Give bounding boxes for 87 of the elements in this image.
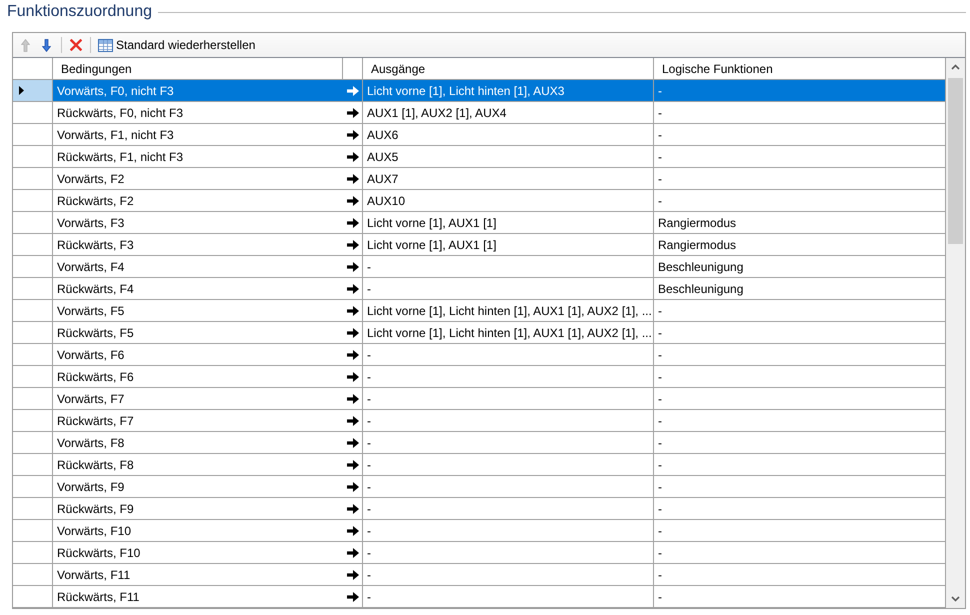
table-cell: - [654,190,946,212]
arrow-right-icon [346,284,358,294]
arrow-right-icon [346,86,358,96]
arrow-right-icon [346,262,358,272]
arrow-right-icon [346,174,358,184]
table-cell: Licht vorne [1], Licht hinten [1], AUX3 [363,80,654,102]
arrow-right-icon [346,152,358,162]
table-cell: Licht vorne [1], Licht hinten [1], AUX1 [1], AUX2 [1], ... [363,300,654,322]
table-cell: - [654,520,946,542]
arrow-right-icon [346,394,358,404]
table-cell: AUX10 [363,190,654,212]
table-cell: - [363,432,654,454]
table-cell: AUX7 [363,168,654,190]
delete-x-icon [70,39,82,51]
table-cell: - [654,432,946,454]
arrow-right-icon [346,328,358,338]
table-cell: - [363,410,654,432]
table-cell: Beschleunigung [654,278,946,300]
arrow-right-icon [346,218,358,228]
table-cell: - [363,498,654,520]
table-cell: - [654,476,946,498]
table-cell: Licht vorne [1], AUX1 [1] [363,234,654,256]
table-cell: - [363,542,654,564]
row-header[interactable] [13,80,53,102]
arrow-right-icon [346,130,358,140]
arrow-right-icon [346,306,358,316]
arrow-right-icon [346,592,358,602]
scrollbar-thumb[interactable] [948,78,963,244]
arrow-right-icon [346,108,358,118]
table-cell: - [363,366,654,388]
arrow-right-icon [346,504,358,514]
arrow-right-icon [346,570,358,580]
table-cell: - [363,586,654,608]
table-cell: - [654,102,946,124]
table-cell: - [363,520,654,542]
chevron-down-icon[interactable] [951,596,960,602]
table-cell: - [654,498,946,520]
table-cell: - [363,454,654,476]
arrow-right-icon [346,416,358,426]
column-header[interactable]: Ausgänge [362,58,654,79]
arrow-right-icon [346,460,358,470]
triangle-right-icon [19,86,24,95]
table-cell: - [363,344,654,366]
table-cell: - [363,388,654,410]
table-cell: Rangiermodus [654,212,946,234]
arrow-right-icon [346,526,358,536]
table-cell: Beschleunigung [654,256,946,278]
table-cell: - [654,124,946,146]
column-header[interactable]: Bedingungen [52,58,343,79]
table-cell: Licht vorne [1], AUX1 [1] [363,212,654,234]
arrow-right-icon [346,548,358,558]
chevron-up-icon[interactable] [951,64,960,70]
arrow-right-icon [346,372,358,382]
arrow-right-icon [346,438,358,448]
table-cell: - [654,388,946,410]
table-cell: Vorwärts, F0, nicht F3 [53,80,343,102]
table-cell: AUX6 [363,124,654,146]
arrow-right-icon [346,350,358,360]
arrow-right-icon [346,482,358,492]
table-cell: Licht vorne [1], Licht hinten [1], AUX1 [1], AUX2 [1], ... [363,322,654,344]
table-cell: - [654,80,946,102]
arrow-right-icon [346,240,358,250]
table-cell: - [654,454,946,476]
table-cell: - [654,146,946,168]
table-cell: - [363,564,654,586]
table-cell: - [654,542,946,564]
table-cell: Rangiermodus [654,234,946,256]
arrow-down-icon [42,38,51,52]
table-cell: - [654,586,946,608]
arrow-up-icon [21,38,30,52]
table-cell: - [654,564,946,586]
table-cell: - [654,322,946,344]
table-cell: - [363,278,654,300]
table-cell: AUX5 [363,146,654,168]
table-cell: - [654,300,946,322]
table-cell: - [654,168,946,190]
table-cell: AUX1 [1], AUX2 [1], AUX4 [363,102,654,124]
table-cell: - [654,344,946,366]
table-cell: - [654,410,946,432]
scrollbar-track[interactable] [946,58,965,608]
restore-defaults-button[interactable]: Standard wiederherstellen [95,35,258,55]
group-title: Funktionszuordnung [7,2,152,22]
table-cell: - [363,256,654,278]
arrow-right-icon [346,196,358,206]
table-cell: - [363,476,654,498]
table-cell: - [654,366,946,388]
table-icon [98,38,113,52]
